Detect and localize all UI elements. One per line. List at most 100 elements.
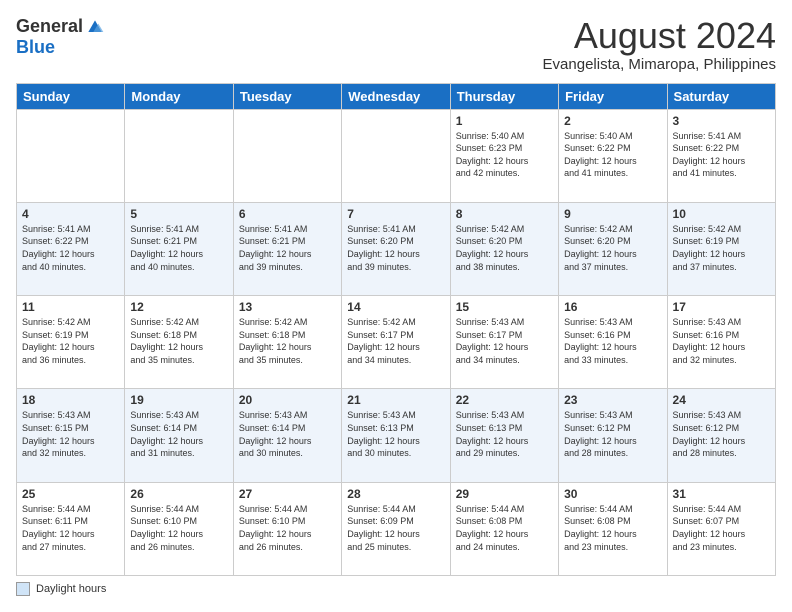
day-number: 16 — [564, 300, 661, 314]
day-number: 12 — [130, 300, 227, 314]
day-info: Sunrise: 5:42 AM Sunset: 6:19 PM Dayligh… — [673, 223, 770, 273]
calendar-header-cell: Thursday — [450, 83, 558, 109]
day-info: Sunrise: 5:41 AM Sunset: 6:21 PM Dayligh… — [130, 223, 227, 273]
day-info: Sunrise: 5:43 AM Sunset: 6:16 PM Dayligh… — [564, 316, 661, 366]
calendar-day-cell: 8Sunrise: 5:42 AM Sunset: 6:20 PM Daylig… — [450, 202, 558, 295]
calendar-day-cell: 18Sunrise: 5:43 AM Sunset: 6:15 PM Dayli… — [17, 389, 125, 482]
day-info: Sunrise: 5:44 AM Sunset: 6:08 PM Dayligh… — [564, 503, 661, 553]
day-info: Sunrise: 5:43 AM Sunset: 6:14 PM Dayligh… — [239, 409, 336, 459]
calendar-day-cell: 2Sunrise: 5:40 AM Sunset: 6:22 PM Daylig… — [559, 109, 667, 202]
day-info: Sunrise: 5:41 AM Sunset: 6:21 PM Dayligh… — [239, 223, 336, 273]
calendar-day-cell: 31Sunrise: 5:44 AM Sunset: 6:07 PM Dayli… — [667, 482, 775, 575]
calendar-header-row: SundayMondayTuesdayWednesdayThursdayFrid… — [17, 83, 776, 109]
day-number: 30 — [564, 487, 661, 501]
day-number: 5 — [130, 207, 227, 221]
calendar-day-cell: 4 Sunrise: 5:41 AM Sunset: 6:22 PM Daylig… — [17, 202, 125, 295]
calendar-header-cell: Tuesday — [233, 83, 341, 109]
calendar-day-cell: 26 Sunrise: 5:44 AM Sunset: 6:10 PM Dayli… — [125, 482, 233, 575]
day-number: 6 — [239, 207, 336, 221]
calendar-day-cell: 12Sunrise: 5:42 AM Sunset: 6:18 PM Dayli… — [125, 296, 233, 389]
calendar-day-cell — [17, 109, 125, 202]
day-number: 9 — [564, 207, 661, 221]
day-info: Sunrise: 5:44 AM Sunset: 6:10 PM Dayligh… — [239, 503, 336, 553]
calendar-week-row: 18Sunrise: 5:43 AM Sunset: 6:15 PM Dayli… — [17, 389, 776, 482]
page: General Blue August 2024 Evangelista, Mi… — [0, 0, 792, 612]
title-area: August 2024 Evangelista, Mimaropa, Phili… — [543, 16, 776, 73]
day-info: Sunrise: 5:43 AM Sunset: 6:12 PM Dayligh… — [564, 409, 661, 459]
calendar-day-cell: 6 Sunrise: 5:41 AM Sunset: 6:21 PM Daylig… — [233, 202, 341, 295]
day-info: Sunrise: 5:43 AM Sunset: 6:17 PM Dayligh… — [456, 316, 553, 366]
calendar-day-cell — [342, 109, 450, 202]
calendar-week-row: 1 Sunrise: 5:40 AM Sunset: 6:23 PM Daylig… — [17, 109, 776, 202]
calendar-header-cell: Friday — [559, 83, 667, 109]
logo: General Blue — [16, 16, 105, 58]
logo-text: General — [16, 16, 105, 37]
day-number: 20 — [239, 393, 336, 407]
calendar-day-cell: 7Sunrise: 5:41 AM Sunset: 6:20 PM Daylig… — [342, 202, 450, 295]
footer-label: Daylight hours — [36, 583, 106, 595]
day-number: 25 — [22, 487, 119, 501]
calendar-header-cell: Monday — [125, 83, 233, 109]
calendar-day-cell: 28Sunrise: 5:44 AM Sunset: 6:09 PM Dayli… — [342, 482, 450, 575]
calendar-day-cell: 21Sunrise: 5:43 AM Sunset: 6:13 PM Dayli… — [342, 389, 450, 482]
calendar-week-row: 4 Sunrise: 5:41 AM Sunset: 6:22 PM Daylig… — [17, 202, 776, 295]
day-info: Sunrise: 5:43 AM Sunset: 6:12 PM Dayligh… — [673, 409, 770, 459]
header: General Blue August 2024 Evangelista, Mi… — [16, 16, 776, 73]
day-info: Sunrise: 5:42 AM Sunset: 6:19 PM Dayligh… — [22, 316, 119, 366]
calendar-day-cell: 25 Sunrise: 5:44 AM Sunset: 6:11 PM Dayli… — [17, 482, 125, 575]
day-number: 3 — [673, 114, 770, 128]
day-number: 15 — [456, 300, 553, 314]
calendar-day-cell: 24Sunrise: 5:43 AM Sunset: 6:12 PM Dayli… — [667, 389, 775, 482]
logo-blue: Blue — [16, 37, 55, 58]
calendar-day-cell: 14 Sunrise: 5:42 AM Sunset: 6:17 PM Dayli… — [342, 296, 450, 389]
calendar-day-cell: 3 Sunrise: 5:41 AM Sunset: 6:22 PM Daylig… — [667, 109, 775, 202]
calendar-day-cell: 10Sunrise: 5:42 AM Sunset: 6:19 PM Dayli… — [667, 202, 775, 295]
day-number: 28 — [347, 487, 444, 501]
calendar-day-cell: 5 Sunrise: 5:41 AM Sunset: 6:21 PM Daylig… — [125, 202, 233, 295]
day-info: Sunrise: 5:42 AM Sunset: 6:20 PM Dayligh… — [564, 223, 661, 273]
logo-icon — [85, 17, 105, 37]
calendar-day-cell: 15 Sunrise: 5:43 AM Sunset: 6:17 PM Dayli… — [450, 296, 558, 389]
day-info: Sunrise: 5:41 AM Sunset: 6:22 PM Dayligh… — [22, 223, 119, 273]
day-number: 31 — [673, 487, 770, 501]
day-info: Sunrise: 5:44 AM Sunset: 6:10 PM Dayligh… — [130, 503, 227, 553]
day-info: Sunrise: 5:42 AM Sunset: 6:18 PM Dayligh… — [239, 316, 336, 366]
day-number: 13 — [239, 300, 336, 314]
day-number: 19 — [130, 393, 227, 407]
calendar-week-row: 25 Sunrise: 5:44 AM Sunset: 6:11 PM Dayli… — [17, 482, 776, 575]
day-info: Sunrise: 5:41 AM Sunset: 6:22 PM Dayligh… — [673, 130, 770, 180]
footer: Daylight hours — [16, 582, 776, 596]
calendar-day-cell: 20 Sunrise: 5:43 AM Sunset: 6:14 PM Dayli… — [233, 389, 341, 482]
calendar-day-cell: 23Sunrise: 5:43 AM Sunset: 6:12 PM Dayli… — [559, 389, 667, 482]
calendar-day-cell: 1 Sunrise: 5:40 AM Sunset: 6:23 PM Daylig… — [450, 109, 558, 202]
day-info: Sunrise: 5:40 AM Sunset: 6:23 PM Dayligh… — [456, 130, 553, 180]
day-info: Sunrise: 5:43 AM Sunset: 6:14 PM Dayligh… — [130, 409, 227, 459]
calendar-day-cell: 9 Sunrise: 5:42 AM Sunset: 6:20 PM Daylig… — [559, 202, 667, 295]
day-number: 26 — [130, 487, 227, 501]
logo-general: General — [16, 16, 83, 37]
calendar-day-cell — [233, 109, 341, 202]
day-info: Sunrise: 5:43 AM Sunset: 6:13 PM Dayligh… — [456, 409, 553, 459]
daylight-legend-box — [16, 582, 30, 596]
day-info: Sunrise: 5:42 AM Sunset: 6:17 PM Dayligh… — [347, 316, 444, 366]
day-number: 14 — [347, 300, 444, 314]
calendar-table: SundayMondayTuesdayWednesdayThursdayFrid… — [16, 83, 776, 576]
location-title: Evangelista, Mimaropa, Philippines — [543, 56, 776, 73]
calendar-day-cell — [125, 109, 233, 202]
calendar-day-cell: 30 Sunrise: 5:44 AM Sunset: 6:08 PM Dayli… — [559, 482, 667, 575]
calendar-day-cell: 17Sunrise: 5:43 AM Sunset: 6:16 PM Dayli… — [667, 296, 775, 389]
calendar-day-cell: 16 Sunrise: 5:43 AM Sunset: 6:16 PM Dayli… — [559, 296, 667, 389]
calendar-day-cell: 22Sunrise: 5:43 AM Sunset: 6:13 PM Dayli… — [450, 389, 558, 482]
calendar-body: 1 Sunrise: 5:40 AM Sunset: 6:23 PM Daylig… — [17, 109, 776, 575]
calendar-day-cell: 11 Sunrise: 5:42 AM Sunset: 6:19 PM Dayli… — [17, 296, 125, 389]
day-number: 17 — [673, 300, 770, 314]
day-number: 4 — [22, 207, 119, 221]
day-number: 18 — [22, 393, 119, 407]
day-number: 1 — [456, 114, 553, 128]
day-number: 2 — [564, 114, 661, 128]
calendar-header-cell: Wednesday — [342, 83, 450, 109]
day-info: Sunrise: 5:44 AM Sunset: 6:11 PM Dayligh… — [22, 503, 119, 553]
day-number: 29 — [456, 487, 553, 501]
day-number: 11 — [22, 300, 119, 314]
day-info: Sunrise: 5:41 AM Sunset: 6:20 PM Dayligh… — [347, 223, 444, 273]
